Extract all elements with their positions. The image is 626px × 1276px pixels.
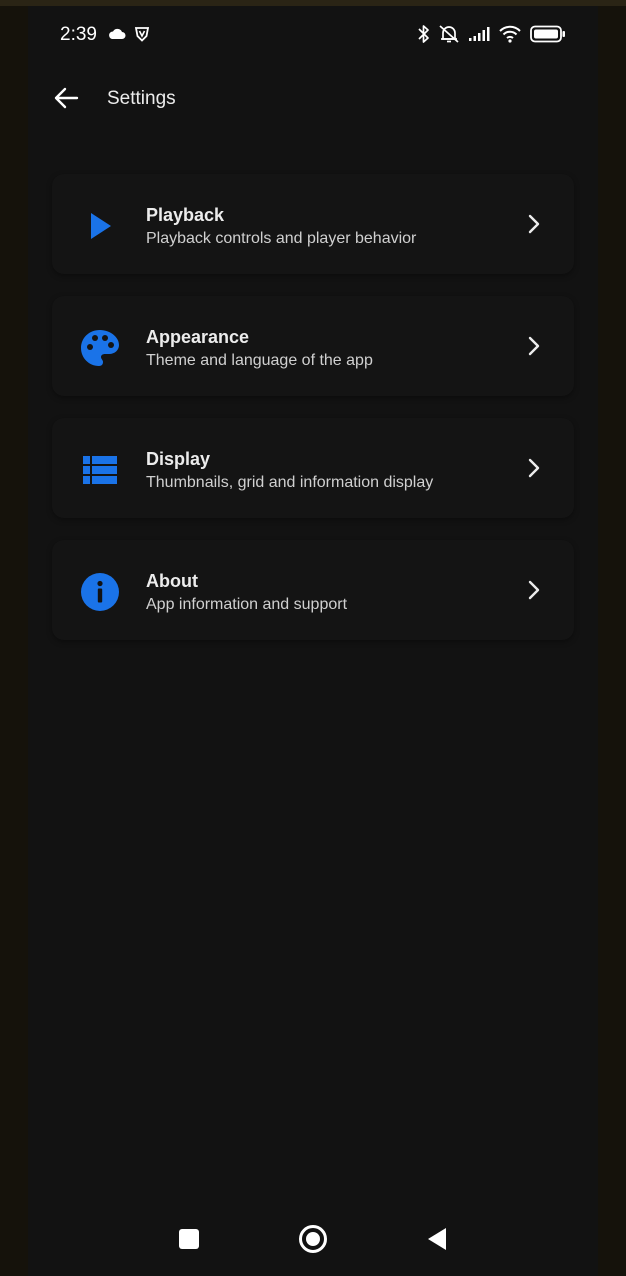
settings-item-playback[interactable]: Playback Playback controls and player be…	[52, 174, 574, 274]
battery-icon	[530, 25, 566, 43]
status-right-icons	[418, 24, 566, 44]
chevron-right-icon	[524, 456, 544, 480]
settings-item-text: About App information and support	[146, 570, 514, 618]
settings-item-subtitle: Thumbnails, grid and information display	[146, 474, 434, 491]
status-left-icons	[108, 26, 150, 42]
chevron-right-icon	[524, 212, 544, 236]
settings-item-title: About	[146, 571, 198, 591]
cloud-icon	[108, 28, 126, 40]
settings-item-subtitle: Playback controls and player behavior	[146, 230, 417, 247]
home-circle-icon	[298, 1224, 328, 1259]
settings-item-title: Display	[146, 449, 211, 469]
signal-icon	[468, 26, 490, 42]
system-nav-bar	[28, 1206, 598, 1276]
info-icon	[78, 570, 122, 614]
list-icon	[78, 448, 122, 492]
nav-back-button[interactable]	[420, 1224, 454, 1258]
play-icon	[78, 204, 122, 248]
settings-item-title: Playback	[146, 205, 225, 225]
alarm-off-icon	[438, 24, 460, 44]
chevron-right-icon	[524, 334, 544, 358]
settings-item-text: Appearance Theme and language of the app	[146, 326, 514, 374]
settings-item-about[interactable]: About App information and support	[52, 540, 574, 640]
chevron-right-icon	[524, 578, 544, 602]
home-button[interactable]	[296, 1224, 330, 1258]
page-title: Settings	[107, 88, 176, 109]
status-bar: 2:39	[28, 20, 598, 50]
status-time: 2:39	[60, 24, 97, 45]
phone-screen: 2:39 Settings Playback Playback controls…	[28, 6, 598, 1276]
recents-button[interactable]	[172, 1224, 206, 1258]
settings-item-display[interactable]: Display Thumbnails, grid and information…	[52, 418, 574, 518]
settings-item-subtitle: Theme and language of the app	[146, 352, 373, 369]
bluetooth-icon	[418, 24, 430, 44]
arrow-back-icon	[53, 86, 79, 115]
back-button[interactable]	[50, 84, 82, 116]
wifi-icon	[498, 25, 522, 43]
app-bar: Settings	[28, 78, 598, 122]
settings-item-text: Display Thumbnails, grid and information…	[146, 448, 514, 496]
settings-item-subtitle: App information and support	[146, 596, 348, 613]
settings-list: Playback Playback controls and player be…	[52, 174, 574, 662]
settings-item-text: Playback Playback controls and player be…	[146, 204, 514, 252]
palette-icon	[78, 326, 122, 370]
settings-item-title: Appearance	[146, 327, 250, 347]
recents-square-icon	[178, 1228, 200, 1255]
vpn-shield-icon	[134, 26, 150, 42]
screen-frame: 2:39 Settings Playback Playback controls…	[0, 0, 626, 1276]
settings-item-appearance[interactable]: Appearance Theme and language of the app	[52, 296, 574, 396]
back-triangle-icon	[426, 1227, 448, 1256]
